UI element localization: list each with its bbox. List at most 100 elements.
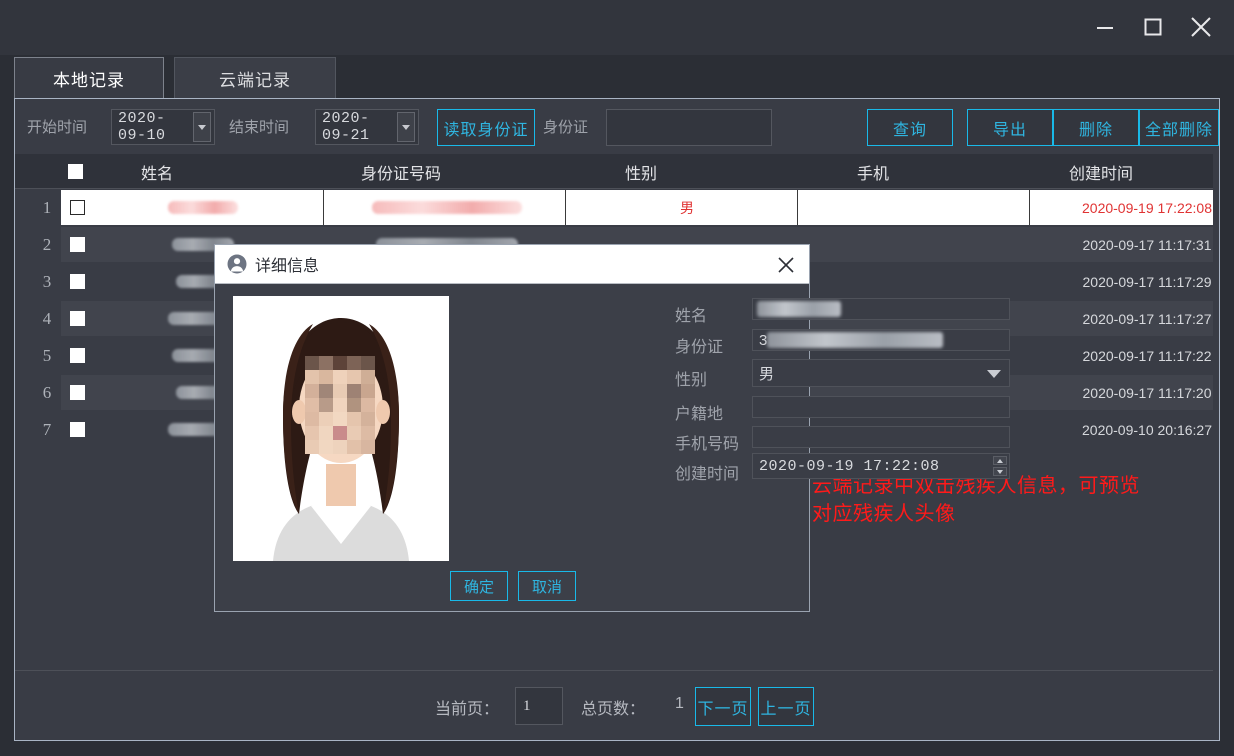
tab-cloud-records[interactable]: 云端记录 [174,57,336,99]
redacted-value [168,201,238,214]
row-number: 7 [42,420,52,439]
delete-button[interactable]: 删除 [1053,109,1139,146]
export-button[interactable]: 导出 [967,109,1053,146]
row-number: 5 [42,346,52,365]
idcard-input[interactable] [606,109,772,146]
dialog-title-bar: 详细信息 [215,245,809,284]
cell-created: 2020-09-17 11:17:31 [1082,236,1212,253]
idcard-label: 身份证 [543,119,589,136]
row-number: 6 [42,383,52,402]
datetime-spinner[interactable] [993,456,1007,476]
pagination-bar: 当前页： 1 总页数： 1 下一页 上一页 [15,670,1213,740]
close-icon[interactable] [1180,8,1222,46]
row-number: 2 [42,235,52,254]
chevron-down-icon[interactable] [193,112,211,142]
prev-page-label: 上一页 [760,700,812,718]
cell-divider [323,190,324,225]
column-header-idcard[interactable]: 身份证号码 [283,154,519,189]
dialog-ok-button[interactable]: 确定 [450,571,508,601]
portrait-photo [233,296,449,561]
query-button[interactable]: 查询 [867,109,953,146]
total-pages-label: 总页数： [581,701,646,718]
end-date-picker[interactable]: 2020-09-21 [315,109,419,145]
detail-dialog: 详细信息 姓名 身份证 3 性别 男 户籍地 手机号码 创建时间 2020-09… [214,244,1010,612]
spinner-up-icon[interactable] [993,456,1007,465]
field-select-gender[interactable]: 男 [752,359,1010,387]
column-header-name[interactable]: 姓名 [37,154,277,189]
next-page-button[interactable]: 下一页 [695,687,751,726]
delete-all-button-label: 全部删除 [1144,121,1213,139]
cell-created: 2020-09-19 17:22:08 [1082,199,1212,216]
row-number: 4 [42,309,52,328]
redacted-name [757,301,841,317]
redacted-idcard [767,332,943,348]
cell-idcard [329,190,565,225]
spinner-down-icon[interactable] [993,467,1007,476]
field-input-name[interactable] [752,298,1010,320]
tab-local-records-label: 本地记录 [53,71,125,90]
read-idcard-label: 读取身份证 [443,121,529,139]
field-label-domicile: 户籍地 [675,406,724,423]
table-row[interactable]: 男 2020-09-19 17:22:08 [61,190,1213,225]
prev-page-button[interactable]: 上一页 [758,687,814,726]
cell-divider [1029,190,1030,225]
field-input-idcard[interactable]: 3 [752,329,1010,351]
export-button-label: 导出 [992,121,1027,139]
field-label-phone: 手机号码 [675,436,740,453]
title-bar [0,0,1234,55]
table-header-row: 姓名 身份证号码 性别 手机 创建时间 [15,154,1213,189]
field-label-name: 姓名 [675,308,708,325]
cell-name [83,190,323,225]
start-date-picker[interactable]: 2020-09-10 [111,109,215,145]
start-time-label: 开始时间 [27,119,88,136]
dialog-close-icon[interactable] [773,252,799,278]
user-icon [227,254,247,274]
end-time-label: 结束时间 [229,119,290,136]
field-label-gender: 性别 [675,372,708,389]
field-value-gender: 男 [759,365,775,383]
dialog-cancel-button[interactable]: 取消 [518,571,576,601]
chevron-down-icon[interactable] [987,370,1001,378]
dialog-title: 详细信息 [255,258,320,275]
cell-divider [797,190,798,225]
end-date-value: 2020-09-21 [322,110,370,144]
current-page-input[interactable]: 1 [515,687,563,725]
field-input-domicile[interactable] [752,396,1010,418]
chevron-down-icon[interactable] [397,112,415,142]
field-input-phone[interactable] [752,426,1010,448]
column-header-gender[interactable]: 性别 [525,154,757,189]
annotation-text: 云端记录中双击残疾人信息，可预览 对应残疾人头像 [812,475,1140,525]
tab-local-records[interactable]: 本地记录 [14,57,164,99]
read-idcard-button[interactable]: 读取身份证 [437,109,535,146]
row-number: 3 [42,272,52,291]
dialog-ok-label: 确定 [463,578,494,596]
cell-phone [803,227,1035,262]
dialog-cancel-label: 取消 [531,578,562,596]
cell-created: 2020-09-17 11:17:22 [1082,347,1212,364]
column-header-created[interactable]: 创建时间 [989,154,1213,189]
minimize-icon[interactable] [1084,8,1126,46]
current-page-label: 当前页： [435,701,500,718]
next-page-label: 下一页 [697,700,749,718]
cell-created: 2020-09-17 11:17:20 [1082,384,1212,401]
filter-bar: 开始时间 2020-09-10 结束时间 2020-09-21 读取身份证 身份… [15,99,1219,153]
column-header-phone[interactable]: 手机 [757,154,989,189]
delete-button-label: 删除 [1078,121,1113,139]
field-label-created: 创建时间 [675,466,740,483]
start-date-value: 2020-09-10 [118,110,166,144]
row-number: 1 [42,198,52,217]
query-button-label: 查询 [892,121,927,139]
cell-phone [803,264,1035,299]
cell-gender: 男 [680,199,694,216]
field-value-created: 2020-09-19 17:22:08 [759,457,940,475]
total-pages-value: 1 [675,695,684,712]
cell-divider [565,190,566,225]
redacted-value [372,201,522,214]
maximize-icon[interactable] [1132,8,1174,46]
delete-all-button[interactable]: 全部删除 [1139,109,1219,146]
cell-created: 2020-09-17 11:17:29 [1082,273,1212,290]
field-input-created[interactable]: 2020-09-19 17:22:08 [752,453,1010,479]
tab-bar: 本地记录 云端记录 [14,57,1220,99]
cell-phone [803,190,1035,225]
cell-created: 2020-09-17 11:17:27 [1082,310,1212,327]
